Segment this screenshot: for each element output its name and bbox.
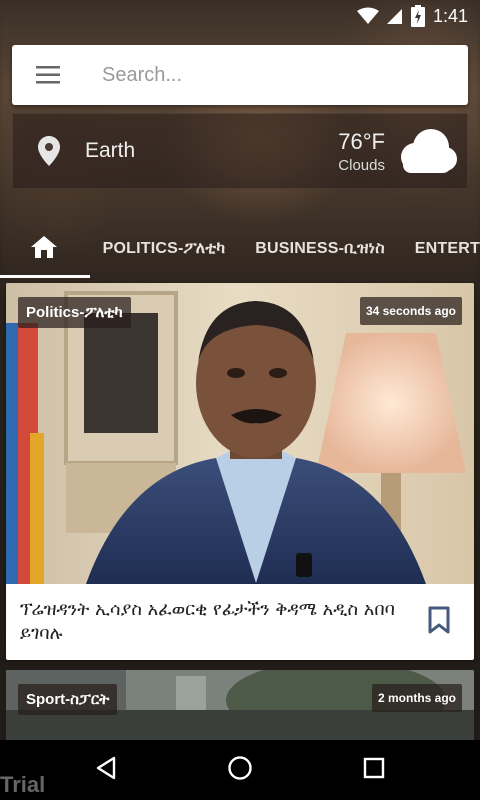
category-badge: Politics-ፖለቲካ [18, 297, 131, 328]
weather-condition: Clouds [338, 156, 385, 174]
recents-icon[interactable] [363, 757, 385, 784]
wifi-icon [356, 7, 379, 25]
location-pin-icon [13, 136, 85, 166]
tab-business[interactable]: BUSINESS-ቢዝነስ [255, 240, 385, 258]
weather-card[interactable]: Earth 76°F Clouds [12, 113, 468, 189]
article-card[interactable]: Sport-ስፓርት 2 months ago [6, 670, 474, 742]
search-bar[interactable]: Search... [12, 45, 468, 105]
time-badge: 2 months ago [371, 684, 462, 712]
search-input[interactable]: Search... [102, 64, 182, 87]
status-bar: 1:41 [0, 0, 480, 32]
weather-readout: 76°F Clouds [338, 129, 385, 174]
hamburger-menu-icon[interactable] [12, 45, 84, 105]
tab-entertainment[interactable]: ENTERT [415, 240, 480, 258]
tab-politics[interactable]: POLITICS-ፖለቲካ [103, 240, 226, 258]
bookmark-icon[interactable] [428, 606, 450, 639]
article-title[interactable]: ፕሬዝዳንት ኢሳያስ አፈወርቂ የፊታችን ቅዳሜ አዲስ አበባ ይገባሉ [6, 598, 396, 646]
article-caption[interactable]: ፕሬዝዳንት ኢሳያስ አፈወርቂ የፊታችን ቅዳሜ አዲስ አበባ ይገባሉ [6, 584, 474, 660]
weather-location: Earth [85, 139, 136, 162]
weather-temperature: 76°F [338, 128, 385, 154]
category-tabs: POLITICS-ፖለቲካ BUSINESS-ቢዝነስ ENTERT [0, 220, 480, 278]
time-badge: 34 seconds ago [359, 297, 462, 325]
system-nav-bar [0, 740, 480, 800]
home-circle-icon[interactable] [227, 755, 253, 786]
article-image[interactable]: Politics-ፖለቲካ 34 seconds ago [6, 283, 474, 584]
home-icon [30, 235, 57, 263]
active-tab-indicator [0, 275, 90, 278]
status-time: 1:41 [432, 5, 468, 26]
cloud-icon [391, 121, 461, 181]
back-icon[interactable] [95, 756, 117, 785]
article-card[interactable]: Politics-ፖለቲካ 34 seconds ago ፕሬዝዳንት ኢሳያስ… [6, 283, 474, 660]
trial-watermark: Trial [0, 772, 46, 797]
battery-charging-icon [410, 5, 425, 27]
tab-home[interactable] [0, 220, 90, 278]
signal-icon [386, 7, 403, 25]
category-badge: Sport-ስፓርት [18, 684, 118, 715]
